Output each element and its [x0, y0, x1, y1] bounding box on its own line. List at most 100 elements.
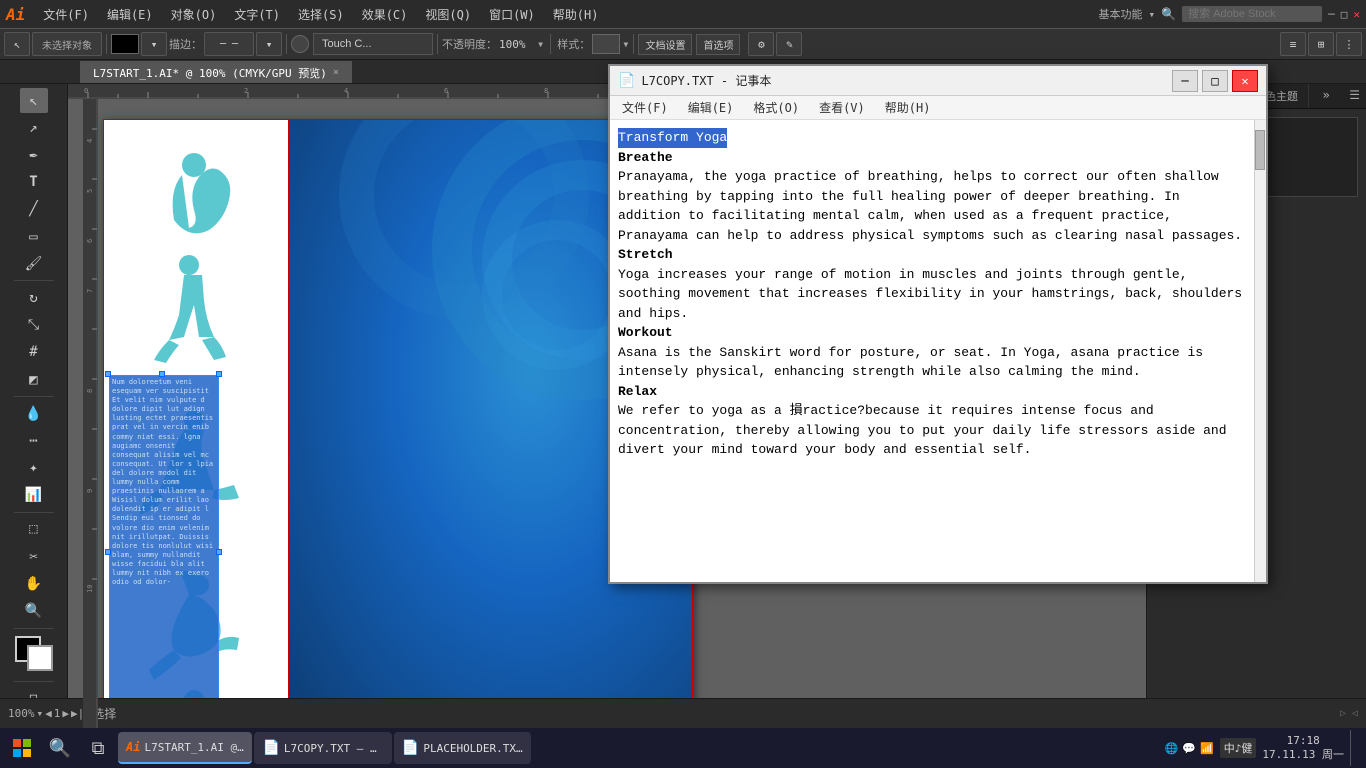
selection-handle-mr	[216, 549, 222, 555]
ime-indicator[interactable]: 中♪健	[1220, 738, 1257, 758]
svg-text:7: 7	[86, 289, 94, 293]
graph-tool[interactable]: 📊	[20, 483, 48, 508]
eyedropper-tool[interactable]: 💧	[20, 401, 48, 426]
brush-tool[interactable]: 🖌	[20, 251, 48, 276]
document-tab[interactable]: L7START_1.AI* @ 100% (CMYK/GPU 预览) ×	[80, 61, 352, 83]
artboard[interactable]: Num doloreetum veni esequam ver suscipis…	[103, 119, 693, 738]
notepad-scrollbar[interactable]	[1254, 120, 1266, 582]
touch-select[interactable]: Touch C...	[313, 33, 433, 55]
opacity-value[interactable]: 100%	[499, 38, 535, 51]
blend-tool[interactable]: ⋯	[20, 428, 48, 453]
menu-object[interactable]: 对象(O)	[163, 4, 225, 25]
background-color[interactable]	[27, 645, 53, 671]
notepad-stretch-heading: Stretch	[618, 247, 673, 262]
artboard-tool[interactable]: ⬚	[20, 517, 48, 542]
notepad-menu-help[interactable]: 帮助(H)	[877, 97, 939, 118]
notepad-body: Transform Yoga Breathe Pranayama, the yo…	[610, 120, 1266, 582]
nav-prev[interactable]: ◀	[45, 707, 52, 720]
align-btn[interactable]: ≡	[1280, 32, 1306, 56]
shape-tool[interactable]: ▭	[20, 224, 48, 249]
direct-select-tool[interactable]: ↗	[20, 115, 48, 140]
menu-window[interactable]: 窗口(W)	[481, 4, 543, 25]
mesh-tool[interactable]: #	[20, 340, 48, 365]
canvas-text-overlay[interactable]: Num doloreetum veni esequam ver suscipis…	[109, 375, 219, 738]
stroke-color-box[interactable]	[111, 34, 139, 54]
style-dropdown-icon[interactable]: ▾	[622, 37, 629, 51]
options-btn[interactable]: ⋮	[1336, 32, 1362, 56]
clock-date: 17.11.13 周一	[1262, 748, 1344, 762]
notepad-menubar: 文件(F) 编辑(E) 格式(O) 查看(V) 帮助(H)	[610, 96, 1266, 120]
system-clock[interactable]: 17:18 17.11.13 周一	[1262, 734, 1344, 763]
color-boxes	[15, 636, 53, 670]
menu-file[interactable]: 文件(F)	[35, 4, 97, 25]
menu-text[interactable]: 文字(T)	[226, 4, 288, 25]
slice-tool[interactable]: ✂	[20, 544, 48, 569]
ai-taskbar-app[interactable]: Ai L7START_1.AI @ ...	[118, 732, 252, 764]
status-bar: 100% ▾ ◀ 1 ▶ ▶| 选择 ▷ ◁	[0, 698, 1366, 728]
menu-view[interactable]: 视图(Q)	[417, 4, 479, 25]
fill-box: Touch C...	[291, 33, 433, 55]
notepad-text-area[interactable]: Transform Yoga Breathe Pranayama, the yo…	[610, 120, 1254, 582]
zoom-value[interactable]: 100%	[8, 707, 35, 720]
tab-close-btn[interactable]: ×	[333, 67, 339, 78]
panel-expand-btn[interactable]: »	[1317, 84, 1336, 108]
task-view-btn[interactable]: ⧉	[80, 730, 116, 766]
search-taskbar-btn[interactable]: 🔍	[42, 730, 78, 766]
menu-select[interactable]: 选择(S)	[290, 4, 352, 25]
menu-effect[interactable]: 效果(C)	[354, 4, 416, 25]
menu-edit[interactable]: 编辑(E)	[99, 4, 161, 25]
wifi-icon[interactable]: 📶	[1200, 742, 1214, 755]
placeholder-taskbar-app[interactable]: 📄 PLACEHOLDER.TX...	[394, 732, 531, 764]
extra-tool-2[interactable]: ✎	[776, 32, 802, 56]
notepad-close-btn[interactable]: ✕	[1232, 70, 1258, 92]
notepad-relax-body: We refer to yoga as a 損ractice?because i…	[618, 403, 1227, 457]
notepad-maximize-btn[interactable]: □	[1202, 70, 1228, 92]
scale-tool[interactable]: ⤡	[20, 313, 48, 338]
arrange-btn[interactable]: ⊞	[1308, 32, 1334, 56]
stroke-weight-btn[interactable]: ─ ─	[204, 32, 254, 56]
style-box[interactable]	[592, 34, 620, 54]
maximize-icon[interactable]: □	[1341, 8, 1348, 21]
doc-settings-btn[interactable]: 文档设置	[638, 34, 692, 55]
menu-help[interactable]: 帮助(H)	[545, 4, 607, 25]
selection-tool[interactable]: ↖	[20, 88, 48, 113]
notepad-relax-heading: Relax	[618, 384, 657, 399]
minimize-icon[interactable]: ─	[1328, 8, 1335, 21]
app-menu-bar: Ai 文件(F) 编辑(E) 对象(O) 文字(T) 选择(S) 效果(C) 视…	[0, 0, 1366, 28]
gradient-tool[interactable]: ◩	[20, 367, 48, 392]
extra-tool-1[interactable]: ⚙	[748, 32, 774, 56]
notepad-menu-edit[interactable]: 编辑(E)	[680, 97, 742, 118]
symbol-tool[interactable]: ✦	[20, 455, 48, 480]
hand-tool[interactable]: ✋	[20, 571, 48, 596]
close-icon[interactable]: ✕	[1353, 8, 1360, 21]
notepad-minimize-btn[interactable]: ─	[1172, 70, 1198, 92]
stock-search-input[interactable]	[1182, 6, 1322, 22]
type-tool[interactable]: T	[20, 170, 48, 195]
notepad-menu-view[interactable]: 查看(V)	[811, 97, 873, 118]
show-desktop-btn[interactable]	[1350, 730, 1354, 766]
chat-icon[interactable]: 💬	[1182, 742, 1196, 755]
zoom-dropdown[interactable]: ▾	[37, 707, 44, 720]
basic-function-label[interactable]: 基本功能	[1099, 6, 1143, 22]
zoom-tool[interactable]: 🔍	[20, 598, 48, 623]
preferences-btn[interactable]: 首选项	[696, 34, 740, 55]
notepad-taskbar-app[interactable]: 📄 L7COPY.TXT – 记...	[254, 732, 391, 764]
select-tool-btn[interactable]: ↖	[4, 32, 30, 56]
line-tool[interactable]: ╱	[20, 197, 48, 222]
notepad-titlebar: 📄 L7COPY.TXT - 记事本 ─ □ ✕	[610, 66, 1266, 96]
rotate-tool[interactable]: ↻	[20, 285, 48, 310]
stroke-dropdown[interactable]: ▾	[141, 32, 167, 56]
notepad-menu-format[interactable]: 格式(O)	[745, 97, 807, 118]
globe-icon[interactable]: 🌐	[1165, 742, 1179, 755]
stroke-weight-dropdown[interactable]: ▾	[256, 32, 282, 56]
opacity-dropdown-icon[interactable]: ▾	[537, 37, 544, 51]
start-button[interactable]	[4, 730, 40, 766]
notepad-menu-file[interactable]: 文件(F)	[614, 97, 676, 118]
panel-menu-btn[interactable]: ☰	[1343, 84, 1366, 108]
pen-tool[interactable]: ✒	[20, 142, 48, 167]
unselect-label: 未选择对象	[32, 32, 102, 56]
style-label: 样式：	[557, 36, 590, 52]
scroll-thumb[interactable]	[1255, 130, 1265, 170]
nav-next[interactable]: ▶	[62, 707, 69, 720]
notepad-controls: ─ □ ✕	[1172, 70, 1258, 92]
